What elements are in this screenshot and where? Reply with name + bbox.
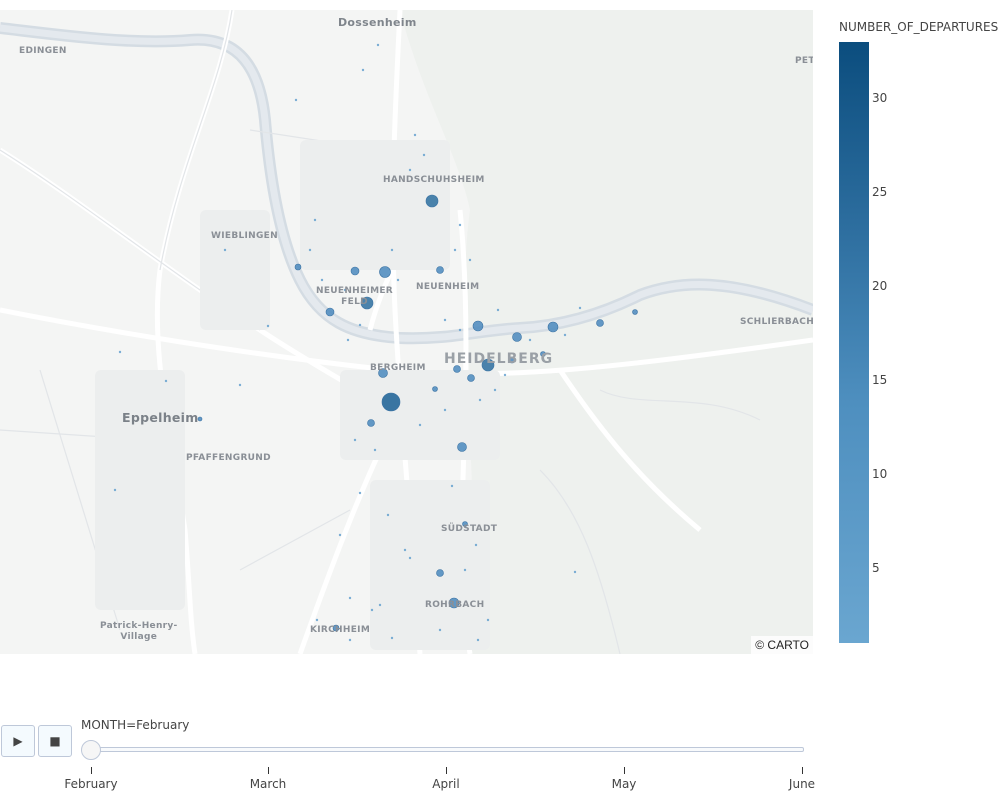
place-label: Eppelheim bbox=[122, 410, 199, 425]
station-marker bbox=[379, 266, 391, 278]
station-marker bbox=[325, 307, 335, 317]
station-marker bbox=[472, 320, 484, 332]
place-label: KIRCHHEIM bbox=[310, 625, 371, 635]
place-label: PFAFFENGRUND bbox=[186, 453, 271, 463]
station-marker bbox=[436, 569, 444, 577]
station-marker bbox=[632, 309, 638, 315]
place-label: SCHLIERBACH bbox=[740, 317, 813, 327]
place-label: Dossenheim bbox=[338, 16, 417, 29]
colorbar-tick-label: 30 bbox=[872, 91, 888, 105]
station-marker bbox=[367, 419, 375, 427]
colorbar-title: NUMBER_OF_DEPARTURES bbox=[839, 20, 999, 34]
station-marker bbox=[381, 392, 401, 412]
map-view[interactable]: Dossenheim EDINGEN PET HANDSCHUHSHEIM WI… bbox=[0, 10, 813, 654]
station-marker bbox=[436, 266, 444, 274]
play-button[interactable]: ▶ bbox=[1, 725, 35, 757]
stop-icon: ■ bbox=[49, 734, 61, 748]
colorbar bbox=[839, 42, 869, 643]
place-label-line: Village bbox=[120, 632, 158, 642]
place-label: EDINGEN bbox=[19, 46, 67, 56]
station-marker bbox=[350, 266, 360, 276]
slider-step-april[interactable]: April bbox=[432, 777, 459, 791]
slider-step-june[interactable]: June bbox=[789, 777, 815, 791]
station-marker bbox=[512, 332, 522, 342]
slider-tick bbox=[268, 767, 269, 774]
slider-step-march[interactable]: March bbox=[250, 777, 287, 791]
place-label-line: FELD bbox=[341, 297, 368, 307]
station-marker bbox=[547, 321, 559, 333]
place-label-line: NEUENHEIMER bbox=[316, 286, 394, 296]
month-slider-handle[interactable] bbox=[81, 740, 101, 760]
place-label: ROHRBACH bbox=[425, 600, 485, 610]
place-label: WIEBLINGEN bbox=[211, 231, 278, 241]
slider-tick bbox=[91, 767, 92, 774]
colorbar-tick-label: 20 bbox=[872, 279, 888, 293]
place-label-line: Patrick-Henry- bbox=[100, 621, 178, 631]
place-label: BERGHEIM bbox=[370, 363, 426, 373]
stop-button[interactable]: ■ bbox=[38, 725, 72, 757]
place-label: HANDSCHUHSHEIM bbox=[383, 175, 485, 185]
place-label: Patrick-Henry- Village bbox=[100, 621, 178, 643]
place-label: NEUENHEIMER FELD bbox=[316, 286, 393, 308]
slider-tick bbox=[802, 767, 803, 774]
station-marker bbox=[596, 319, 604, 327]
station-marker bbox=[432, 386, 438, 392]
colorbar-tick-label: 10 bbox=[872, 467, 888, 481]
place-label: NEUENHEIM bbox=[416, 282, 480, 292]
slider-current-value: MONTH=February bbox=[81, 718, 190, 732]
station-marker bbox=[294, 263, 302, 271]
station-marker bbox=[457, 442, 467, 452]
station-marker bbox=[467, 374, 475, 382]
colorbar-tick-label: 25 bbox=[872, 185, 888, 199]
station-marker bbox=[425, 194, 439, 208]
station-marker bbox=[197, 416, 203, 422]
place-label: PET bbox=[795, 56, 813, 66]
map-attribution[interactable]: © CARTO bbox=[751, 636, 813, 654]
place-label: HEIDELBERG bbox=[444, 351, 554, 367]
colorbar-tick-label: 5 bbox=[872, 561, 880, 575]
slider-step-february[interactable]: February bbox=[64, 777, 117, 791]
place-label: SÜDSTADT bbox=[441, 524, 498, 534]
colorbar-tick-label: 15 bbox=[872, 373, 888, 387]
month-slider-rail[interactable] bbox=[84, 747, 804, 752]
slider-tick bbox=[624, 767, 625, 774]
basemap bbox=[0, 10, 813, 654]
slider-step-may[interactable]: May bbox=[612, 777, 637, 791]
play-icon: ▶ bbox=[13, 734, 23, 748]
slider-tick bbox=[446, 767, 447, 774]
